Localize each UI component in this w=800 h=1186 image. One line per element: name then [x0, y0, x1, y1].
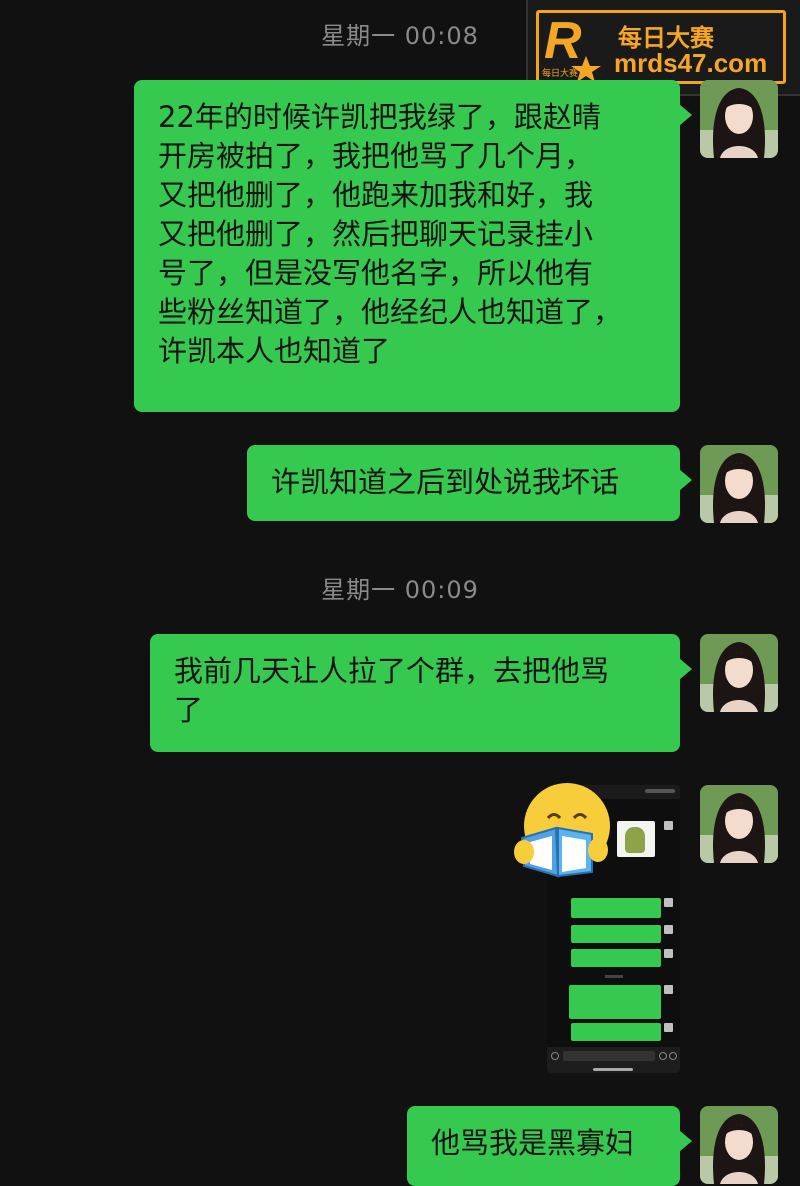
message-line: 又把他删了，他跑来加我和好，我: [158, 178, 594, 212]
message-line: 了: [174, 693, 204, 727]
message-line: 开房被拍了，我把他骂了几个月，: [158, 139, 594, 173]
message-bubble[interactable]: 许凯知道之后到处说我坏话: [247, 445, 692, 521]
svg-text:每日大赛: 每日大赛: [542, 67, 578, 79]
reading-emoji-icon: [514, 783, 610, 878]
timestamp: 星期一 00:08: [321, 22, 479, 50]
message-line: 号了，但是没写他名字，所以他有: [158, 256, 594, 290]
message-bubble[interactable]: 22年的时候许凯把我绿了，跟赵晴 开房被拍了，我把他骂了几个月， 又把他删了，他…: [134, 80, 692, 412]
message-line: 又把他删了，然后把聊天记录挂小: [158, 217, 594, 251]
avatar[interactable]: [700, 785, 778, 863]
message-line: 许凯知道之后到处说我坏话: [271, 465, 620, 499]
avatar[interactable]: [700, 634, 778, 712]
timestamp: 星期一 00:09: [321, 576, 479, 604]
avatar[interactable]: [700, 1106, 778, 1184]
message-line: 他骂我是黑寡妇: [431, 1126, 635, 1160]
message-line: 我前几天让人拉了个群，去把他骂: [174, 654, 610, 688]
message-line: 些粉丝知道了，他经纪人也知道了，: [158, 295, 623, 329]
avatar[interactable]: [700, 445, 778, 523]
avatar[interactable]: [700, 80, 778, 158]
watermark-url: mrds47.com: [614, 48, 768, 78]
message-line: 22年的时候许凯把我绿了，跟赵晴: [158, 100, 601, 134]
message-line: 许凯本人也知道了: [158, 334, 391, 368]
message-bubble[interactable]: 我前几天让人拉了个群，去把他骂 了: [150, 634, 692, 752]
message-bubble[interactable]: 他骂我是黑寡妇: [407, 1106, 692, 1186]
